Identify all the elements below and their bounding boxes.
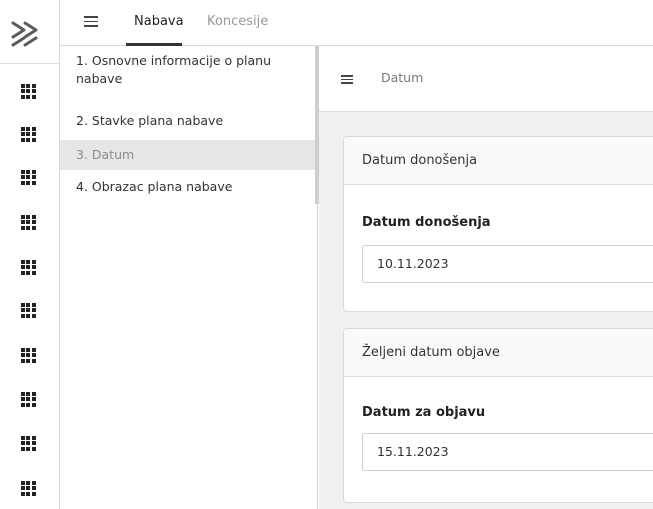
tab-nabava[interactable]: Nabava [134,14,184,29]
grid-icon [20,480,36,496]
grid-icon [20,302,36,318]
card-heading: Datum donošenja [344,137,653,185]
grid-icon [20,169,36,185]
rail-grid-icon-7[interactable] [16,343,40,367]
grid-icon [20,214,36,230]
rail-grid-icon-10[interactable] [16,476,40,500]
nav-item-obrazac-plana[interactable]: 4. Obrazac plana nabave [60,178,315,196]
icon-rail [0,0,60,509]
grid-icon [20,347,36,363]
field-label: Datum donošenja [362,215,491,230]
datum-donosenja-card: Datum donošenja Datum donošenja 10.11.20… [343,136,653,312]
grid-icon [20,83,36,99]
rail-grid-icon-6[interactable] [16,298,40,322]
section-nav: 1. Osnovne informacije o planu nabave 2.… [60,46,320,509]
grid-icon [20,126,36,142]
datum-za-objavu-input[interactable]: 15.11.2023 [362,433,653,471]
menu-icon[interactable] [341,75,353,84]
chevrons-right-icon[interactable] [10,20,44,48]
rail-grid-icon-1[interactable] [16,79,40,103]
grid-icon [20,391,36,407]
nav-item-osnovne-informacije[interactable]: 1. Osnovne informacije o planu nabave [60,52,315,88]
grid-icon [20,259,36,275]
tab-koncesije[interactable]: Koncesije [207,14,268,29]
top-bar: Nabava Koncesije [60,0,653,46]
page-title: Datum [381,70,424,85]
card-heading: Željeni datum objave [344,329,653,377]
datum-donosenja-input[interactable]: 10.11.2023 [362,245,653,283]
content-header: Datum [319,46,653,112]
nav-item-stavke-plana[interactable]: 2. Stavke plana nabave [60,112,315,130]
field-label: Datum za objavu [362,405,486,420]
nav-item-datum[interactable]: 3. Datum [60,140,315,170]
rail-grid-icon-9[interactable] [16,431,40,455]
rail-grid-icon-8[interactable] [16,387,40,411]
rail-divider [0,63,60,64]
grid-icon [20,435,36,451]
rail-grid-icon-4[interactable] [16,210,40,234]
rail-grid-icon-5[interactable] [16,255,40,279]
menu-icon[interactable] [84,16,98,27]
main-content: Datum Datum donošenja Datum donošenja 10… [319,46,653,509]
rail-grid-icon-2[interactable] [16,122,40,146]
rail-grid-icon-3[interactable] [16,165,40,189]
datum-objave-card: Željeni datum objave Datum za objavu 15.… [343,328,653,503]
